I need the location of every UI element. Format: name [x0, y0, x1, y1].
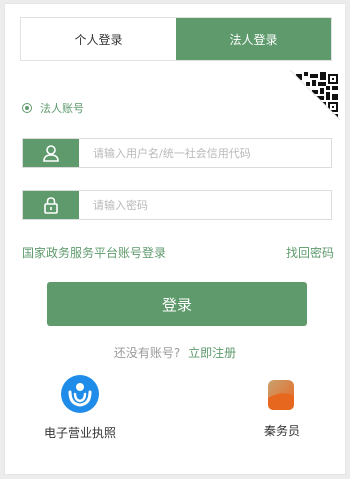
username-input[interactable]	[79, 139, 331, 167]
password-field	[22, 190, 332, 220]
qinwuyuan-app-icon	[264, 378, 300, 416]
password-input[interactable]	[79, 191, 331, 219]
username-field	[22, 138, 332, 168]
electronic-license-label: 电子营业执照	[44, 426, 117, 440]
register-link[interactable]: 立即注册	[188, 346, 236, 360]
qinwuyuan-label: 秦务员	[264, 424, 301, 438]
radio-selected-icon[interactable]	[22, 103, 32, 113]
qinwuyuan-app[interactable]: 秦务员	[264, 378, 300, 439]
login-button[interactable]: 登录	[47, 282, 307, 326]
tab-corporate-login[interactable]: 法人登录	[176, 18, 331, 60]
forgot-password-link[interactable]: 找回密码	[286, 244, 334, 261]
register-row: 还没有账号? 立即注册	[0, 344, 350, 361]
qr-code-icon[interactable]	[290, 70, 340, 120]
login-tabs: 个人登录 法人登录	[20, 17, 332, 61]
user-icon	[23, 139, 79, 167]
gov-platform-login-link[interactable]: 国家政务服务平台账号登录	[22, 244, 166, 261]
register-question: 还没有账号?	[113, 346, 181, 360]
account-type-label: 法人账号	[40, 102, 84, 115]
electronic-license-app[interactable]: 电子营业执照	[44, 374, 116, 441]
account-type-radio[interactable]: 法人账号	[22, 100, 84, 116]
electronic-license-icon	[60, 374, 100, 418]
lock-icon	[23, 191, 79, 219]
tab-personal-login[interactable]: 个人登录	[21, 18, 176, 60]
